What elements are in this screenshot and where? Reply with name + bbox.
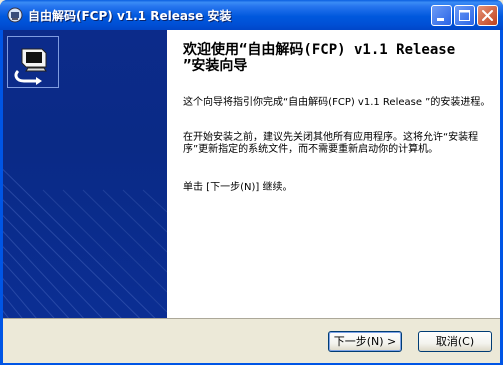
wizard-content: 欢迎使用“自由解码(FCP) v1.1 Release ”安装向导 这个向导将指… bbox=[167, 30, 500, 318]
title-bar[interactable]: 自由解码(FCP) v1.1 Release 安装 bbox=[0, 0, 503, 30]
minimize-icon bbox=[437, 18, 444, 21]
close-icon bbox=[482, 10, 493, 21]
intro-paragraph: 这个向导将指引你完成“自由解码(FCP) v1.1 Release ”的安装进程… bbox=[183, 97, 491, 108]
window-title: 自由解码(FCP) v1.1 Release 安装 bbox=[28, 9, 232, 23]
minimize-button[interactable] bbox=[431, 5, 452, 26]
welcome-heading: 欢迎使用“自由解码(FCP) v1.1 Release ”安装向导 bbox=[183, 42, 456, 74]
continue-instruction: 单击 [下一步(N)] 继续。 bbox=[183, 182, 293, 193]
cancel-button[interactable]: 取消(C) bbox=[418, 331, 492, 352]
maximize-button[interactable] bbox=[454, 5, 475, 26]
close-button[interactable] bbox=[477, 5, 498, 26]
button-bar: 下一步(N) > 取消(C) bbox=[3, 318, 500, 363]
wizard-client-area: 欢迎使用“自由解码(FCP) v1.1 Release ”安装向导 这个向导将指… bbox=[3, 30, 500, 363]
maximize-icon bbox=[459, 10, 470, 21]
installer-computer-icon bbox=[14, 48, 47, 85]
installer-app-icon bbox=[7, 7, 23, 23]
installer-logo bbox=[7, 36, 59, 88]
next-button[interactable]: 下一步(N) > bbox=[328, 331, 402, 352]
close-apps-paragraph: 在开始安装之前，建议先关闭其他所有应用程序。这将允许“安装程序”更新指定的系统文… bbox=[183, 132, 479, 155]
wizard-side-banner bbox=[3, 30, 167, 318]
installer-window: 自由解码(FCP) v1.1 Release 安装 欢迎使用“自由解码(FCP)… bbox=[0, 0, 503, 365]
